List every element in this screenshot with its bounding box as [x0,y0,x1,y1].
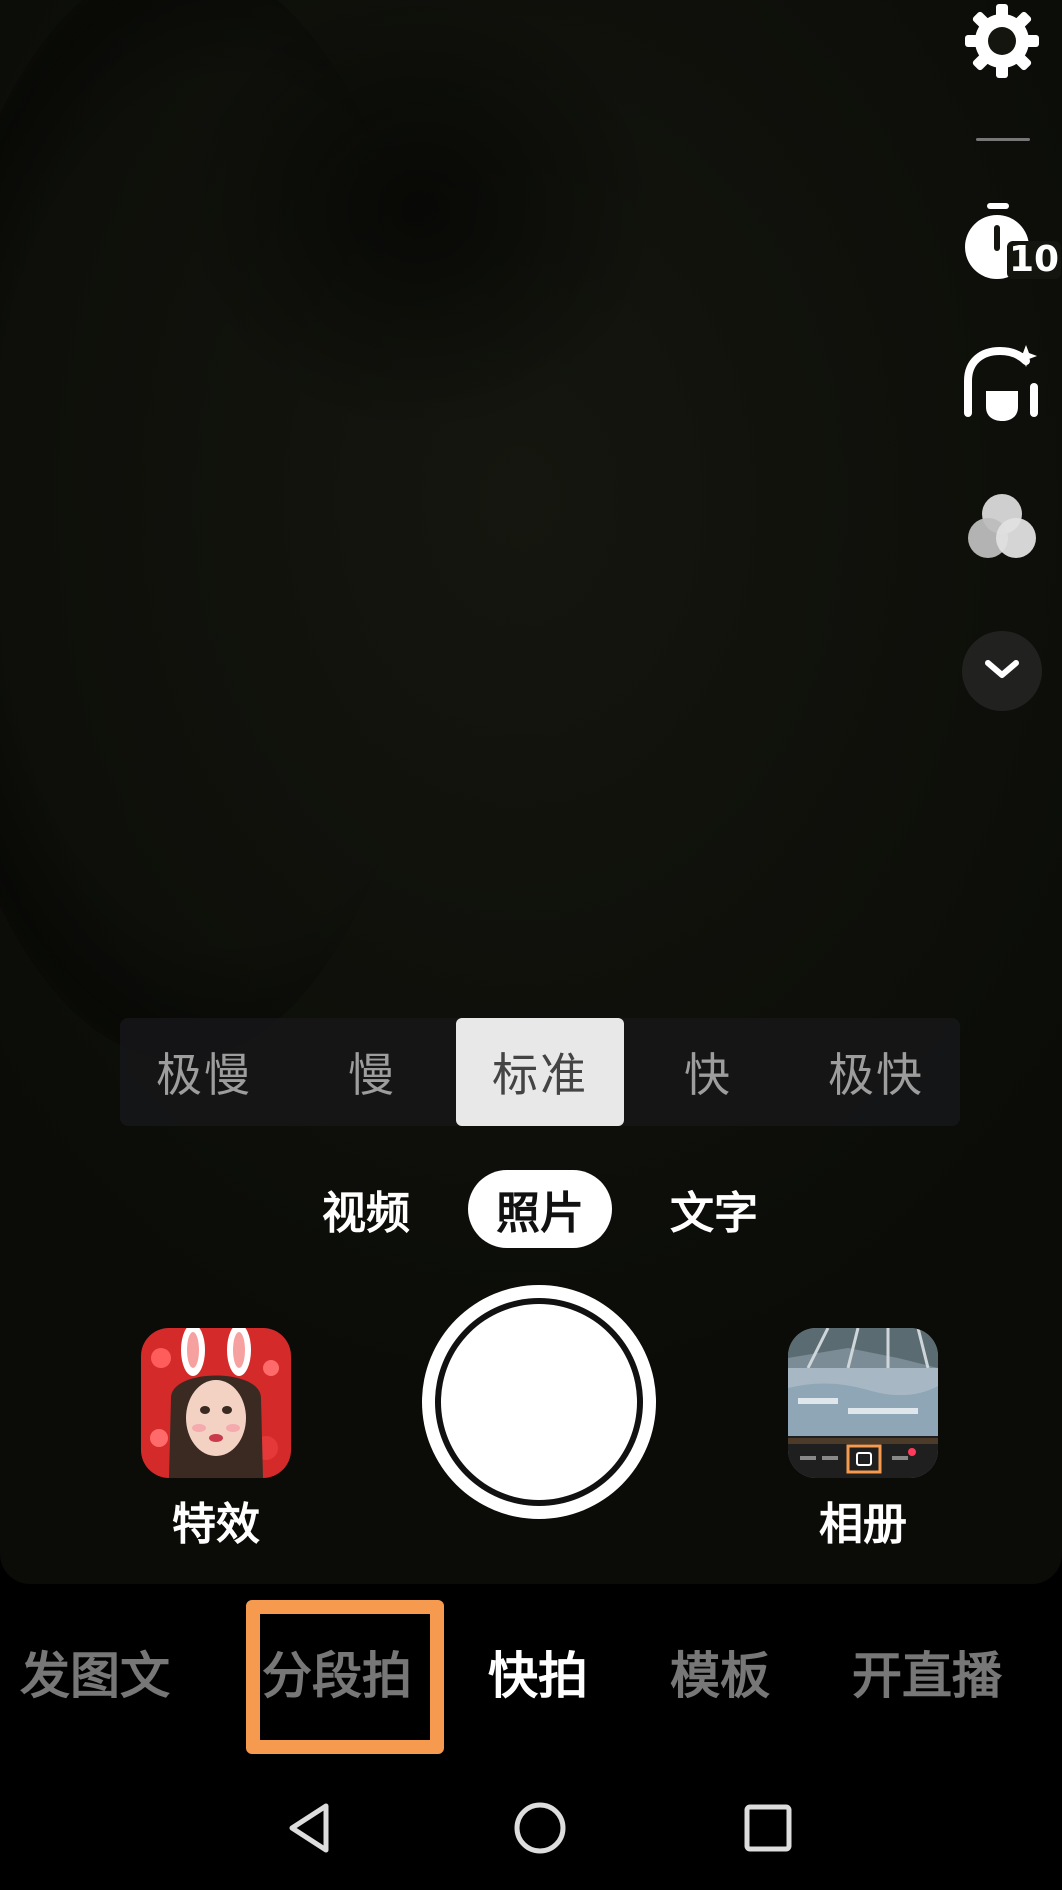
shutter-inner [441,1304,637,1500]
back-triangle-icon [280,1798,340,1862]
shutter-ring-gap [435,1298,643,1506]
beauty-button[interactable] [942,335,1062,435]
gear-icon [963,2,1041,84]
settings-button[interactable] [942,0,1062,86]
creation-tabs: 发图文 分段拍 快拍 模板 开直播 [0,1600,1062,1740]
speed-option-standard[interactable]: 标准 [456,1018,624,1126]
recents-square-icon [738,1798,798,1862]
highlight-box [246,1600,444,1754]
album-thumbnail [788,1328,938,1478]
filter-button[interactable] [942,480,1062,580]
speed-option-fast[interactable]: 快 [624,1018,792,1126]
effects-button[interactable] [141,1328,291,1478]
tab-go-live[interactable]: 开直播 [852,1636,1002,1708]
capture-mode-tabs: 视频 照片 文字 [0,1170,1062,1248]
speed-option-slow[interactable]: 慢 [288,1018,456,1126]
filter-icon [960,486,1044,574]
back-button[interactable] [270,1790,350,1870]
timer-button[interactable]: 10 [942,190,1062,290]
home-circle-icon [510,1798,570,1862]
effects-thumbnail [141,1328,291,1478]
speed-selector: 极慢 慢 标准 快 极快 [120,1018,960,1126]
system-navigation-bar [0,1790,1062,1870]
home-button[interactable] [500,1790,580,1870]
effects-label: 特效 [172,1499,260,1550]
tab-quick-shoot[interactable]: 快拍 [488,1636,588,1708]
timer-value: 10 [1007,239,1062,280]
recents-button[interactable] [728,1790,808,1870]
speed-option-very-fast[interactable]: 极快 [792,1018,960,1126]
more-tools-button[interactable] [942,628,1062,714]
beauty-icon [960,341,1044,429]
album-button[interactable] [788,1328,938,1478]
shutter-button[interactable] [422,1285,656,1519]
mode-tab-photo[interactable]: 照片 [468,1170,612,1248]
chevron-down-icon [982,657,1022,685]
mode-tab-text[interactable]: 文字 [654,1170,774,1248]
viewfinder-shadow [0,0,440,1060]
speed-option-very-slow[interactable]: 极慢 [120,1018,288,1126]
toolbar-divider [976,138,1030,141]
timer-icon: 10 [957,195,1062,285]
camera-viewfinder[interactable]: 10 极慢 慢 标准 快 极快 视频 照片 文字 特效 相册 [0,0,1062,1584]
tab-post-image-text[interactable]: 发图文 [20,1636,170,1708]
album-label: 相册 [819,1499,907,1550]
tab-templates[interactable]: 模板 [670,1636,770,1708]
right-toolbar: 10 [942,0,1062,720]
collapse-button-bg [962,631,1042,711]
mode-tab-video[interactable]: 视频 [306,1170,426,1248]
